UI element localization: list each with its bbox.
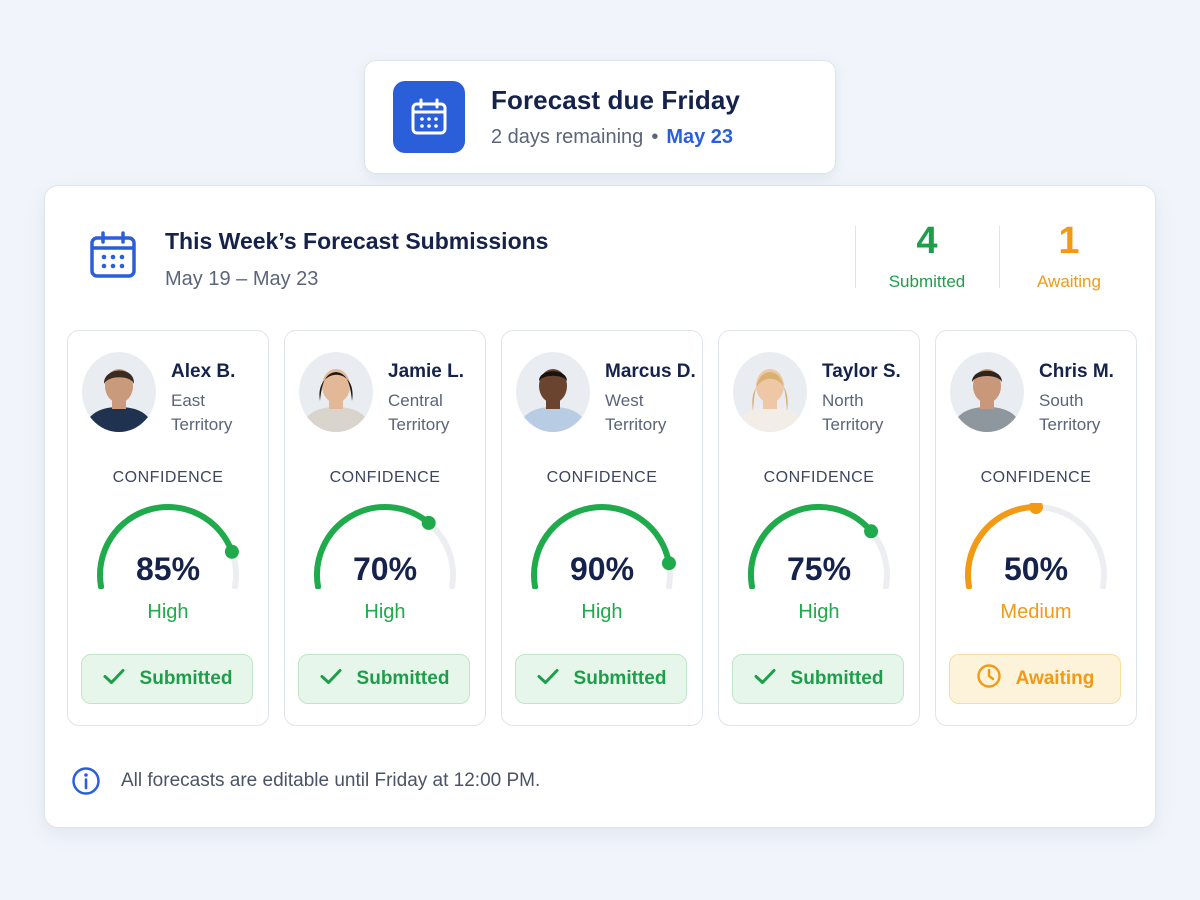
footer-note: All forecasts are editable until Friday …	[71, 766, 540, 796]
avatar	[516, 352, 590, 432]
rep-card-2: Marcus D. West Territory CONFIDENCE 90% …	[501, 330, 703, 726]
forecast-submissions-card: This Week’s Forecast Submissions May 19 …	[44, 185, 1156, 828]
confidence-label: CONFIDENCE	[112, 469, 224, 486]
awaiting-stat: 1 Awaiting	[999, 220, 1139, 292]
awaiting-count: 1	[1058, 220, 1080, 262]
rep-card-3: Taylor S. North Territory CONFIDENCE 75%…	[718, 330, 920, 726]
territory-line: Territory	[605, 415, 667, 434]
date-range: May 19 – May 23	[165, 268, 319, 290]
confidence-value: 90%	[569, 551, 635, 587]
submitted-stat: 4 Submitted	[857, 220, 997, 292]
rep-territory: South Territory	[1039, 389, 1100, 437]
rep-territory: Central Territory	[388, 389, 449, 437]
check-icon	[319, 664, 343, 694]
submitted-button[interactable]: Submitted	[515, 654, 687, 704]
rep-name: Jamie L.	[388, 361, 465, 382]
confidence-level: High	[364, 601, 406, 623]
confidence-value: 70%	[352, 551, 418, 587]
status-label: Submitted	[573, 668, 667, 689]
clock-icon	[976, 663, 1002, 695]
footer-text: All forecasts are editable until Friday …	[121, 770, 541, 791]
rep-name: Taylor S.	[822, 361, 901, 382]
submitted-count: 4	[916, 220, 938, 262]
check-icon	[753, 664, 777, 694]
avatar	[733, 352, 807, 432]
status-label: Awaiting	[1015, 668, 1095, 689]
confidence-level: High	[798, 601, 840, 623]
calendar-icon	[393, 81, 465, 153]
confidence-value: 85%	[135, 551, 201, 587]
submitted-button[interactable]: Submitted	[298, 654, 470, 704]
status-label: Submitted	[356, 668, 450, 689]
territory-line: Territory	[171, 415, 233, 434]
separator-dot: •	[651, 126, 659, 148]
gauge-marker	[1029, 503, 1043, 514]
rep-name: Chris M.	[1039, 361, 1114, 382]
territory-line: Territory	[822, 415, 884, 434]
rep-cards: Alex B. East Territory CONFIDENCE 85% Hi…	[67, 330, 1137, 726]
card-title: This Week’s Forecast Submissions	[165, 228, 549, 254]
confidence-label: CONFIDENCE	[546, 469, 658, 486]
forecast-due-banner: Forecast due Friday 2 days remaining • May…	[364, 60, 836, 174]
territory-line: Central	[388, 391, 443, 410]
check-icon	[536, 664, 560, 694]
days-remaining: 2 days remaining	[491, 126, 644, 148]
confidence-level: Medium	[1000, 601, 1072, 623]
confidence-value: 75%	[786, 551, 852, 587]
gauge-marker	[864, 524, 879, 539]
confidence-label: CONFIDENCE	[763, 469, 875, 486]
rep-card-1: Jamie L. Central Territory CONFIDENCE 70…	[284, 330, 486, 726]
confidence-label: CONFIDENCE	[980, 469, 1092, 486]
rep-card-4: Chris M. South Territory CONFIDENCE 50% …	[935, 330, 1137, 726]
rep-name: Alex B.	[171, 361, 236, 382]
gauge-marker	[421, 515, 436, 530]
rep-territory: North Territory	[822, 389, 883, 437]
awaiting-label: Awaiting	[1037, 272, 1101, 291]
confidence-level: High	[581, 601, 623, 623]
submitted-label: Submitted	[888, 272, 966, 291]
due-date: May 23	[666, 126, 734, 148]
rep-card-0: Alex B. East Territory CONFIDENCE 85% Hi…	[67, 330, 269, 726]
territory-line: South	[1039, 391, 1084, 410]
status-label: Submitted	[790, 668, 884, 689]
territory-line: Territory	[388, 415, 450, 434]
awaiting-button[interactable]: Awaiting	[949, 654, 1121, 704]
submitted-button[interactable]: Submitted	[81, 654, 253, 704]
avatar	[950, 352, 1024, 432]
territory-line: Territory	[1039, 415, 1101, 434]
info-icon	[72, 767, 100, 795]
divider	[855, 226, 856, 288]
rep-territory: East Territory	[171, 389, 232, 437]
confidence-level: High	[147, 601, 189, 623]
calendar-icon	[90, 231, 136, 278]
confidence-label: CONFIDENCE	[329, 469, 441, 486]
submitted-button[interactable]: Submitted	[732, 654, 904, 704]
territory-line: West	[605, 391, 644, 410]
avatar	[299, 352, 373, 432]
status-label: Submitted	[139, 668, 233, 689]
avatar	[82, 352, 156, 432]
check-icon	[102, 664, 126, 694]
territory-line: East	[171, 391, 206, 410]
rep-name: Marcus D.	[605, 361, 696, 382]
due-title: Forecast due Friday	[491, 85, 740, 115]
confidence-value: 50%	[1003, 551, 1069, 587]
rep-territory: West Territory	[605, 389, 666, 437]
territory-line: North	[822, 391, 864, 410]
